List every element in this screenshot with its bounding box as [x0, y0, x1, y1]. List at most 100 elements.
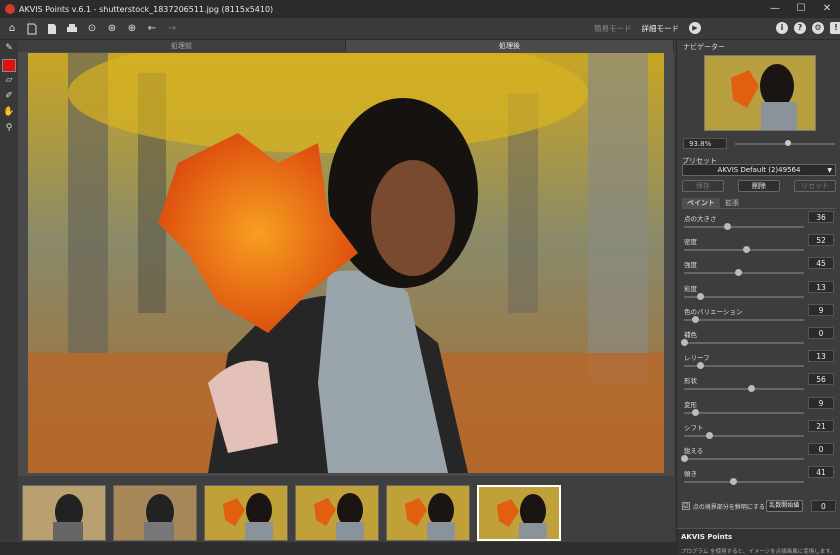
save-file-icon[interactable]: [44, 22, 60, 36]
color-swatch[interactable]: [2, 59, 16, 72]
param-slider-knob[interactable]: [748, 385, 756, 393]
param-slider-knob[interactable]: [743, 246, 751, 254]
param-value-input[interactable]: 0: [808, 443, 834, 455]
run-icon[interactable]: ▶: [689, 22, 701, 34]
help-icon[interactable]: ?: [794, 22, 806, 34]
batch-icon[interactable]: ⊛: [104, 22, 120, 36]
chevron-down-icon: ▼: [827, 167, 832, 174]
param-row: 点の大きさ 36: [682, 211, 836, 234]
info-icon[interactable]: i: [776, 22, 788, 34]
simple-mode-tab[interactable]: 簡易モード: [594, 23, 632, 34]
param-value-input[interactable]: 45: [808, 257, 834, 270]
param-row: 傾き 41: [682, 466, 836, 489]
param-slider[interactable]: [684, 315, 804, 323]
param-slider[interactable]: [684, 269, 804, 277]
param-value-input[interactable]: 0: [808, 327, 834, 339]
param-value-input[interactable]: 56: [808, 373, 834, 386]
settings-tabs: ペイント 拡張: [682, 198, 836, 209]
param-value-input[interactable]: 13: [808, 350, 834, 363]
maximize-button[interactable]: ☐: [788, 0, 814, 18]
param-slider[interactable]: [684, 385, 804, 393]
save-preset-button[interactable]: 保存: [682, 180, 724, 192]
param-slider[interactable]: [681, 455, 804, 462]
tab-after[interactable]: 処理後: [346, 40, 674, 52]
image-canvas: 処理前 処理後: [18, 40, 674, 476]
param-slider[interactable]: [684, 408, 804, 416]
hint-text: プログラム を使用すると、イメージを点描画風に変換します。: [681, 549, 836, 555]
home-icon[interactable]: ⌂: [4, 22, 20, 36]
param-label: 色のバリエーション: [684, 307, 743, 316]
gear-icon[interactable]: ⚙: [812, 22, 824, 34]
tab-extra[interactable]: 拡張: [720, 198, 744, 208]
hand-icon[interactable]: ✋: [2, 107, 16, 120]
navigator-preview[interactable]: [704, 55, 816, 131]
random-seed-button[interactable]: 乱数開始値: [765, 500, 803, 512]
param-value-input[interactable]: 36: [808, 211, 834, 223]
param-slider[interactable]: [684, 223, 804, 230]
preset-dropdown[interactable]: AKVIS Default (2)49564 ▼: [682, 164, 836, 176]
tab-paint[interactable]: ペイント: [682, 198, 720, 208]
open-file-icon[interactable]: [24, 22, 40, 36]
param-slider[interactable]: [684, 478, 804, 486]
minimize-button[interactable]: —: [762, 0, 788, 18]
param-slider-knob[interactable]: [691, 315, 699, 323]
hint-panel: AKVIS Points プログラム を使用すると、イメージを点描画風に変換しま…: [677, 528, 840, 555]
reset-preset-button[interactable]: リセット: [794, 180, 836, 192]
random-seed-value[interactable]: 0: [810, 500, 837, 512]
param-slider-knob[interactable]: [730, 478, 738, 486]
history-brush-icon[interactable]: ✐: [2, 91, 16, 104]
tools-panel: ✎ ▱ ✐ ✋ ⚲: [0, 40, 18, 540]
param-row: 彩度 13: [682, 280, 836, 304]
tab-before[interactable]: 処理前: [18, 40, 346, 52]
sharpen-border-label: 点の境界部分を鮮明にする: [692, 503, 764, 511]
param-slider-knob[interactable]: [724, 223, 732, 230]
mode-switch: 簡易モード 詳細モード ▶: [594, 22, 701, 34]
param-slider[interactable]: [684, 292, 804, 300]
zoom-icon[interactable]: ⚲: [2, 123, 16, 136]
param-slider-knob[interactable]: [681, 455, 688, 462]
zoom-dropdown[interactable]: 93.8%: [683, 138, 727, 149]
param-value-input[interactable]: 41: [808, 466, 834, 479]
thumbnail[interactable]: [113, 485, 197, 541]
sharpen-border-checkbox[interactable]: ☑: [682, 502, 690, 510]
param-value-input[interactable]: 9: [808, 303, 834, 316]
thumbnail[interactable]: [22, 485, 106, 541]
zoom-slider[interactable]: [735, 140, 835, 146]
param-slider[interactable]: [681, 339, 804, 346]
thumbnail[interactable]: [295, 485, 379, 541]
param-slider-knob[interactable]: [681, 339, 688, 346]
zoom-slider-knob[interactable]: [785, 140, 791, 146]
plugin-icon[interactable]: ⊕: [124, 22, 140, 36]
notification-icon[interactable]: !: [830, 22, 840, 34]
advanced-mode-tab[interactable]: 詳細モード: [642, 23, 680, 34]
param-value-input[interactable]: 9: [808, 396, 834, 409]
delete-preset-button[interactable]: 削除: [738, 180, 780, 192]
undo-icon[interactable]: ←: [144, 22, 160, 36]
param-slider-knob[interactable]: [691, 408, 699, 416]
param-slider[interactable]: [684, 246, 804, 254]
share-icon[interactable]: ⊙: [84, 22, 100, 36]
param-label: 点の大きさ: [684, 215, 717, 223]
param-slider[interactable]: [684, 431, 804, 439]
param-slider-knob[interactable]: [696, 362, 704, 370]
eraser-icon[interactable]: ▱: [2, 75, 16, 88]
param-value-input[interactable]: 21: [808, 419, 834, 432]
param-slider-knob[interactable]: [696, 292, 704, 300]
thumbnail[interactable]: [204, 485, 288, 541]
main-toolbar: ⌂ ⊙ ⊛ ⊕ ← →: [0, 18, 840, 40]
close-button[interactable]: ✕: [814, 0, 840, 18]
thumbnail[interactable]: [386, 485, 470, 541]
param-slider[interactable]: [684, 362, 804, 370]
param-value-input[interactable]: 52: [808, 234, 834, 247]
print-icon[interactable]: [64, 22, 80, 36]
param-label: 強度: [684, 261, 697, 270]
param-value-input[interactable]: 13: [808, 280, 834, 293]
param-slider-knob[interactable]: [735, 269, 742, 277]
param-slider-knob[interactable]: [706, 431, 714, 439]
brush-icon[interactable]: ✎: [2, 43, 16, 56]
param-label: 密度: [684, 238, 697, 247]
selected-thumbnail[interactable]: [477, 485, 561, 541]
processed-image[interactable]: [28, 53, 664, 473]
redo-icon[interactable]: →: [164, 22, 180, 36]
param-label: レリーフ: [684, 354, 710, 363]
